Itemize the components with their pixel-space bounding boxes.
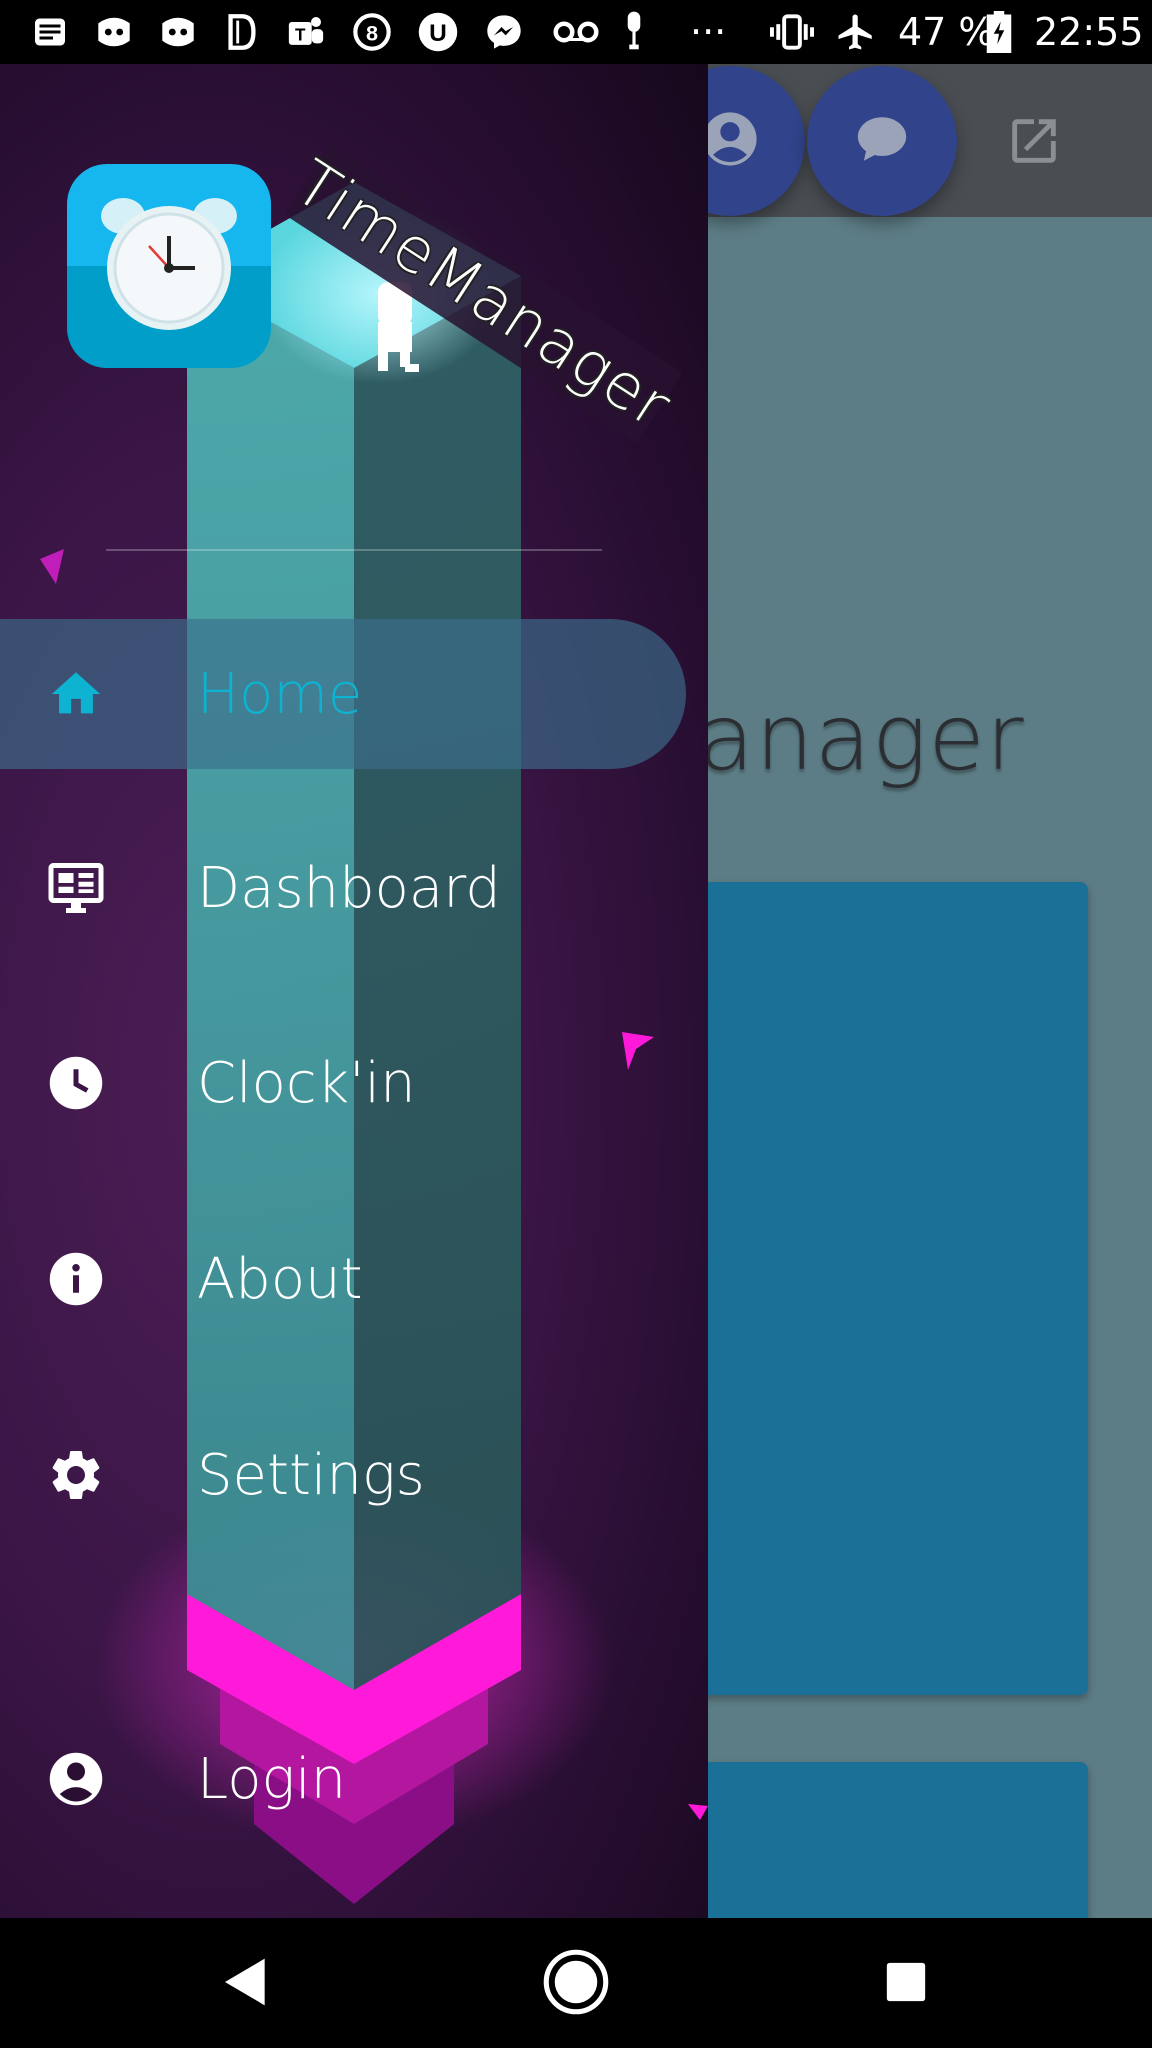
discord-icon <box>92 10 136 54</box>
usb-icon <box>612 10 656 54</box>
alarm-clock-icon <box>67 164 271 368</box>
messenger-icon <box>482 10 526 54</box>
nav-item-label: Clock'in <box>197 1050 416 1116</box>
battery-icon <box>984 10 1014 54</box>
battery-percent: 47 % <box>898 10 995 54</box>
teams-icon: T <box>284 10 328 54</box>
app-8-icon: 8 <box>350 10 394 54</box>
svg-text:8: 8 <box>366 20 378 45</box>
home-button[interactable] <box>540 1948 612 2020</box>
airplane-icon <box>834 10 878 54</box>
nav-item-dashboard[interactable]: Dashboard <box>0 813 686 963</box>
app-logo <box>67 164 271 368</box>
clock-icon <box>46 1053 106 1113</box>
back-icon <box>218 1954 274 2015</box>
nav-item-clockin[interactable]: Clock'in <box>0 1008 686 1158</box>
open-external-button[interactable] <box>1000 109 1068 177</box>
nav-item-label: Dashboard <box>197 855 501 921</box>
svg-text:T: T <box>295 25 306 45</box>
nav-item-label: Home <box>197 661 363 727</box>
nav-item-login[interactable]: Login <box>0 1704 686 1854</box>
nav-item-label: Login <box>197 1746 347 1812</box>
navigation-drawer: TimeManager Home Dashboard Clock'in Abou… <box>0 64 708 1918</box>
account-circle-icon <box>46 1749 106 1809</box>
nav-item-home[interactable]: Home <box>0 619 686 769</box>
status-bar: T 8 U ··· 47 % 22:55 <box>0 0 1152 64</box>
dashboard-icon <box>46 858 106 918</box>
nav-item-label: About <box>197 1246 363 1312</box>
svg-text:U: U <box>429 20 447 47</box>
open-external-icon <box>1005 112 1063 175</box>
u-icon: U <box>416 10 460 54</box>
nav-item-settings[interactable]: Settings <box>0 1400 686 1550</box>
back-button[interactable] <box>210 1948 282 2020</box>
clock: 22:55 <box>1034 10 1144 54</box>
voicemail-icon <box>548 10 604 54</box>
recents-button[interactable] <box>870 1948 942 2020</box>
vibrate-icon <box>770 10 814 54</box>
recents-icon <box>883 1959 929 2010</box>
notes-icon <box>28 10 72 54</box>
system-navigation-bar <box>0 1918 1152 2048</box>
dm-icon <box>220 10 264 54</box>
info-icon <box>46 1249 106 1309</box>
account-icon <box>701 110 759 173</box>
settings-icon <box>46 1445 106 1505</box>
drawer-divider <box>106 549 602 551</box>
nav-item-label: Settings <box>197 1442 425 1508</box>
overflow-indicator: ··· <box>690 10 727 54</box>
chat-button[interactable] <box>807 66 957 216</box>
home-icon <box>46 664 106 724</box>
chat-icon <box>853 110 911 173</box>
home-circle-icon <box>542 1948 610 2021</box>
discord-icon <box>156 10 200 54</box>
nav-item-about[interactable]: About <box>0 1204 686 1354</box>
